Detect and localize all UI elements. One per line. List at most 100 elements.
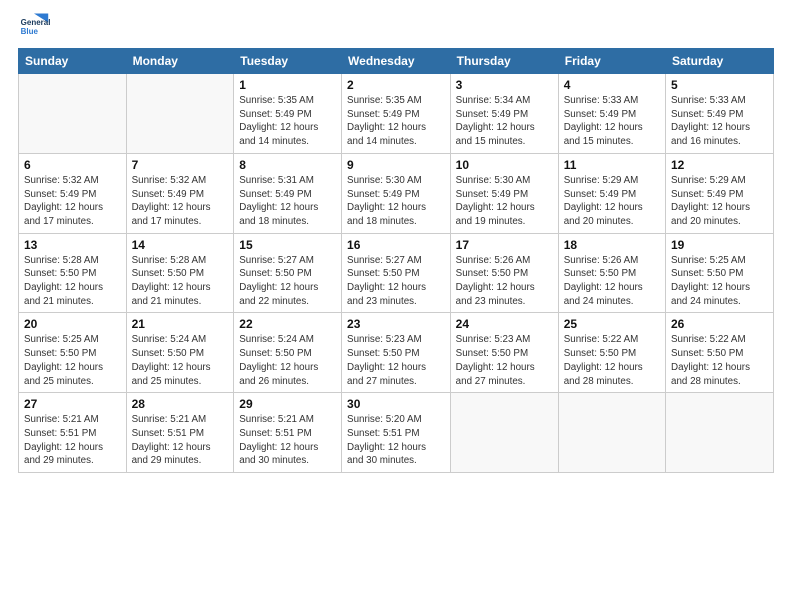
day-number: 3 — [456, 78, 553, 92]
day-cell: 19 Sunrise: 5:25 AMSunset: 5:50 PMDayligh… — [666, 233, 774, 313]
day-cell: 14 Sunrise: 5:28 AMSunset: 5:50 PMDayligh… — [126, 233, 234, 313]
day-cell: 23 Sunrise: 5:23 AMSunset: 5:50 PMDayligh… — [342, 313, 451, 393]
page: General Blue SundayMondayTuesdayWednesda… — [0, 0, 792, 612]
day-info: Sunrise: 5:24 AMSunset: 5:50 PMDaylight:… — [239, 333, 336, 388]
day-info: Sunrise: 5:34 AMSunset: 5:49 PMDaylight:… — [456, 94, 553, 149]
day-info: Sunrise: 5:21 AMSunset: 5:51 PMDaylight:… — [132, 413, 229, 468]
day-number: 13 — [24, 238, 121, 252]
day-cell: 7Sunrise: 5:32 AMSunset: 5:49 PMDaylight… — [126, 153, 234, 233]
column-header-thursday: Thursday — [450, 49, 558, 74]
day-cell: 21 Sunrise: 5:24 AMSunset: 5:50 PMDayligh… — [126, 313, 234, 393]
day-number: 29 — [239, 397, 336, 411]
day-cell — [19, 74, 127, 154]
day-number: 2 — [347, 78, 445, 92]
day-number: 26 — [671, 317, 768, 331]
day-cell: 8Sunrise: 5:31 AMSunset: 5:49 PMDaylight… — [234, 153, 342, 233]
day-info: Sunrise: 5:30 AMSunset: 5:49 PMDaylight:… — [456, 174, 553, 229]
day-number: 9 — [347, 158, 445, 172]
day-info: Sunrise: 5:21 AMSunset: 5:51 PMDaylight:… — [24, 413, 121, 468]
day-cell: 4 Sunrise: 5:33 AMSunset: 5:49 PMDaylight… — [558, 74, 665, 154]
day-number: 24 — [456, 317, 553, 331]
day-cell — [558, 393, 665, 473]
day-number: 20 — [24, 317, 121, 331]
day-info: Sunrise: 5:35 AMSunset: 5:49 PMDaylight:… — [347, 94, 445, 149]
day-number: 16 — [347, 238, 445, 252]
day-cell — [126, 74, 234, 154]
day-info: Sunrise: 5:23 AMSunset: 5:50 PMDaylight:… — [456, 333, 553, 388]
day-info: Sunrise: 5:31 AMSunset: 5:49 PMDaylight:… — [239, 174, 336, 229]
day-cell: 26 Sunrise: 5:22 AMSunset: 5:50 PMDayligh… — [666, 313, 774, 393]
week-row-2: 6Sunrise: 5:32 AMSunset: 5:49 PMDaylight… — [19, 153, 774, 233]
day-info: Sunrise: 5:29 AMSunset: 5:49 PMDaylight:… — [671, 174, 768, 229]
day-cell: 25 Sunrise: 5:22 AMSunset: 5:50 PMDayligh… — [558, 313, 665, 393]
day-number: 11 — [564, 158, 660, 172]
day-info: Sunrise: 5:23 AMSunset: 5:50 PMDaylight:… — [347, 333, 445, 388]
day-info: Sunrise: 5:24 AMSunset: 5:50 PMDaylight:… — [132, 333, 229, 388]
day-info: Sunrise: 5:33 AMSunset: 5:49 PMDaylight:… — [671, 94, 768, 149]
column-header-monday: Monday — [126, 49, 234, 74]
day-cell: 20Sunrise: 5:25 AMSunset: 5:50 PMDayligh… — [19, 313, 127, 393]
day-info: Sunrise: 5:33 AMSunset: 5:49 PMDaylight:… — [564, 94, 660, 149]
day-cell: 2 Sunrise: 5:35 AMSunset: 5:49 PMDaylight… — [342, 74, 451, 154]
day-number: 23 — [347, 317, 445, 331]
day-info: Sunrise: 5:35 AMSunset: 5:49 PMDaylight:… — [239, 94, 336, 149]
day-number: 18 — [564, 238, 660, 252]
day-number: 14 — [132, 238, 229, 252]
day-info: Sunrise: 5:20 AMSunset: 5:51 PMDaylight:… — [347, 413, 445, 468]
day-number: 22 — [239, 317, 336, 331]
day-number: 30 — [347, 397, 445, 411]
day-info: Sunrise: 5:28 AMSunset: 5:50 PMDaylight:… — [24, 254, 121, 309]
day-info: Sunrise: 5:25 AMSunset: 5:50 PMDaylight:… — [671, 254, 768, 309]
day-cell: 6Sunrise: 5:32 AMSunset: 5:49 PMDaylight… — [19, 153, 127, 233]
calendar-header-row: SundayMondayTuesdayWednesdayThursdayFrid… — [19, 49, 774, 74]
day-cell: 28 Sunrise: 5:21 AMSunset: 5:51 PMDayligh… — [126, 393, 234, 473]
day-cell: 9 Sunrise: 5:30 AMSunset: 5:49 PMDaylight… — [342, 153, 451, 233]
day-cell: 3 Sunrise: 5:34 AMSunset: 5:49 PMDaylight… — [450, 74, 558, 154]
day-cell: 27Sunrise: 5:21 AMSunset: 5:51 PMDayligh… — [19, 393, 127, 473]
week-row-1: 1 Sunrise: 5:35 AMSunset: 5:49 PMDaylight… — [19, 74, 774, 154]
week-row-5: 27Sunrise: 5:21 AMSunset: 5:51 PMDayligh… — [19, 393, 774, 473]
day-cell: 24 Sunrise: 5:23 AMSunset: 5:50 PMDayligh… — [450, 313, 558, 393]
day-number: 12 — [671, 158, 768, 172]
day-info: Sunrise: 5:27 AMSunset: 5:50 PMDaylight:… — [239, 254, 336, 309]
day-info: Sunrise: 5:28 AMSunset: 5:50 PMDaylight:… — [132, 254, 229, 309]
day-info: Sunrise: 5:26 AMSunset: 5:50 PMDaylight:… — [456, 254, 553, 309]
header: General Blue — [18, 10, 774, 42]
day-info: Sunrise: 5:32 AMSunset: 5:49 PMDaylight:… — [24, 174, 121, 229]
column-header-saturday: Saturday — [666, 49, 774, 74]
day-cell: 16 Sunrise: 5:27 AMSunset: 5:50 PMDayligh… — [342, 233, 451, 313]
day-info: Sunrise: 5:30 AMSunset: 5:49 PMDaylight:… — [347, 174, 445, 229]
day-cell: 17 Sunrise: 5:26 AMSunset: 5:50 PMDayligh… — [450, 233, 558, 313]
logo: General Blue — [18, 10, 50, 42]
day-number: 17 — [456, 238, 553, 252]
day-number: 4 — [564, 78, 660, 92]
day-cell: 1 Sunrise: 5:35 AMSunset: 5:49 PMDaylight… — [234, 74, 342, 154]
column-header-wednesday: Wednesday — [342, 49, 451, 74]
day-cell — [666, 393, 774, 473]
day-info: Sunrise: 5:22 AMSunset: 5:50 PMDaylight:… — [564, 333, 660, 388]
day-number: 25 — [564, 317, 660, 331]
day-cell: 30 Sunrise: 5:20 AMSunset: 5:51 PMDayligh… — [342, 393, 451, 473]
day-info: Sunrise: 5:22 AMSunset: 5:50 PMDaylight:… — [671, 333, 768, 388]
day-cell: 29Sunrise: 5:21 AMSunset: 5:51 PMDayligh… — [234, 393, 342, 473]
day-cell: 15Sunrise: 5:27 AMSunset: 5:50 PMDayligh… — [234, 233, 342, 313]
day-cell — [450, 393, 558, 473]
day-number: 1 — [239, 78, 336, 92]
week-row-3: 13 Sunrise: 5:28 AMSunset: 5:50 PMDayligh… — [19, 233, 774, 313]
day-cell: 12 Sunrise: 5:29 AMSunset: 5:49 PMDayligh… — [666, 153, 774, 233]
day-number: 28 — [132, 397, 229, 411]
day-info: Sunrise: 5:27 AMSunset: 5:50 PMDaylight:… — [347, 254, 445, 309]
week-row-4: 20Sunrise: 5:25 AMSunset: 5:50 PMDayligh… — [19, 313, 774, 393]
day-info: Sunrise: 5:26 AMSunset: 5:50 PMDaylight:… — [564, 254, 660, 309]
day-cell: 18 Sunrise: 5:26 AMSunset: 5:50 PMDayligh… — [558, 233, 665, 313]
day-info: Sunrise: 5:32 AMSunset: 5:49 PMDaylight:… — [132, 174, 229, 229]
day-number: 21 — [132, 317, 229, 331]
day-cell: 5Sunrise: 5:33 AMSunset: 5:49 PMDaylight… — [666, 74, 774, 154]
day-number: 19 — [671, 238, 768, 252]
logo-icon: General Blue — [18, 10, 50, 42]
day-number: 10 — [456, 158, 553, 172]
column-header-sunday: Sunday — [19, 49, 127, 74]
calendar-table: SundayMondayTuesdayWednesdayThursdayFrid… — [18, 48, 774, 473]
svg-text:Blue: Blue — [21, 27, 39, 36]
day-cell: 10 Sunrise: 5:30 AMSunset: 5:49 PMDayligh… — [450, 153, 558, 233]
